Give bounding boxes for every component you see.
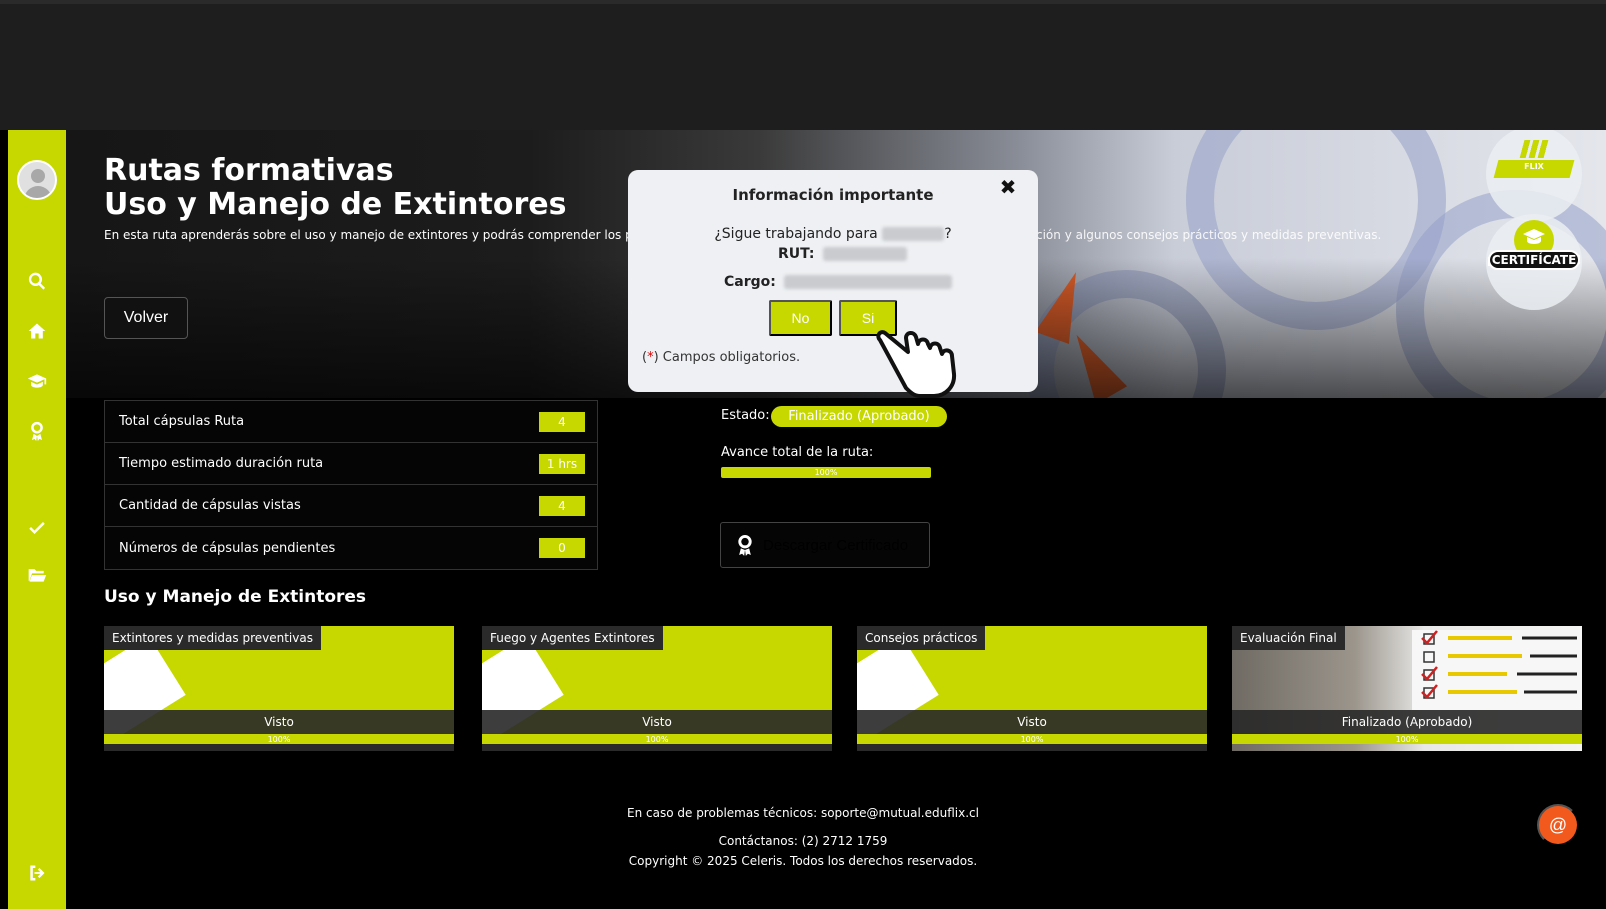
employment-question: ¿Sigue trabajando para ? [628, 226, 1038, 242]
card-status: Finalizado (Aprobado) [1232, 710, 1582, 734]
home-icon[interactable] [8, 318, 66, 344]
rut-label: RUT: [778, 246, 815, 262]
browser-top-area [0, 0, 1606, 130]
stat-row: Cantidad de cápsulas vistas 4 [105, 485, 597, 527]
hand-pointer-icon [876, 330, 957, 398]
page-title: Rutas formativas Uso y Manejo de Extinto… [104, 154, 566, 222]
stat-value: 1 hrs [539, 453, 585, 474]
stat-value: 4 [539, 495, 585, 516]
user-avatar-icon[interactable] [17, 160, 57, 200]
stat-row: Total cápsulas Ruta 4 [105, 401, 597, 443]
card-progress-bar: 100% [857, 734, 1207, 744]
route-progress-bar: 100% [721, 467, 931, 478]
card-title: Consejos prácticos [857, 626, 986, 650]
support-text: En caso de problemas técnicos: soporte@m… [627, 806, 979, 820]
cargo-row: Cargo: [724, 274, 953, 290]
estado-label: Estado: [721, 408, 770, 423]
card-status: Visto [104, 710, 454, 734]
stat-value: 4 [539, 411, 585, 432]
avatar-body [24, 186, 52, 198]
card-title: Evaluación Final [1232, 626, 1345, 650]
card-status: Visto [482, 710, 832, 734]
sidebar [8, 130, 66, 909]
stat-label: Tiempo estimado duración ruta [119, 456, 324, 471]
certificate-badge-label: ¡CERTIFÍCATE! [1486, 250, 1582, 270]
check-icon[interactable] [8, 514, 66, 540]
card-footer-strip [104, 744, 454, 751]
card-status: Visto [857, 710, 1207, 734]
avatar-head [31, 169, 45, 183]
redacted-rut [822, 247, 907, 261]
progress-label: Avance total de la ruta: [721, 445, 874, 460]
stat-row: Tiempo estimado duración ruta 1 hrs [105, 443, 597, 485]
top-divider [0, 0, 1606, 4]
logo-mark [1519, 140, 1551, 158]
route-description: En esta ruta aprenderás sobre el uso y m… [104, 228, 656, 242]
stat-label: Total cápsulas Ruta [119, 414, 245, 429]
question-prefix: ¿Sigue trabajando para [714, 226, 878, 242]
capsule-card[interactable]: Consejos prácticos Visto 100% [857, 626, 1207, 751]
award-icon[interactable] [8, 418, 66, 444]
rut-row: RUT: [778, 246, 907, 262]
certificate-icon [738, 535, 752, 556]
cargo-label: Cargo: [724, 274, 776, 290]
card-footer-strip [482, 744, 832, 751]
search-icon[interactable] [8, 268, 66, 294]
capsule-card[interactable]: Evaluación Final Finalizado (Aprobado) 1… [1232, 626, 1582, 751]
certificate-badge[interactable]: ¡CERTIFÍCATE! [1486, 214, 1582, 310]
redacted-company [882, 227, 945, 241]
stat-value: 0 [539, 538, 585, 558]
capsule-card[interactable]: Extintores y medidas preventivas Visto 1… [104, 626, 454, 751]
required-fields-note: (*) Campos obligatorios. [642, 350, 800, 365]
folder-open-icon[interactable] [8, 562, 66, 588]
download-certificate-button[interactable]: Descargar Certificado [720, 522, 930, 568]
card-footer-strip [857, 744, 1207, 751]
status-badge: Finalizado (Aprobado) [771, 406, 947, 427]
stat-label: Números de cápsulas pendientes [119, 540, 336, 556]
title-line-1: Rutas formativas [104, 153, 394, 188]
section-title: Uso y Manejo de Extintores [104, 587, 367, 607]
card-progress-bar: 100% [1232, 734, 1582, 744]
route-description-continued: ción y algunos consejos prácticos y medi… [1036, 228, 1382, 242]
checklist-illustration [1412, 630, 1582, 710]
logo-flix-text: FLIX [1524, 162, 1544, 171]
stat-label: Cantidad de cápsulas vistas [119, 498, 301, 513]
download-certificate-label: Descargar Certificado [763, 536, 909, 554]
stat-row: Números de cápsulas pendientes 0 [105, 527, 597, 569]
contact-chat-button[interactable]: @ [1537, 804, 1579, 846]
eduflix-logo: FLIX [1486, 130, 1582, 222]
copyright-text: Copyright © 2025 Celeris. Todos los dere… [628, 854, 978, 868]
card-progress-bar: 100% [482, 734, 832, 744]
contact-text: Contáctanos: (2) 2712 1759 [718, 834, 888, 848]
note-text: ) Campos obligatorios. [653, 350, 801, 365]
card-progress-bar: 100% [104, 734, 454, 744]
capsule-card[interactable]: Fuego y Agentes Extintores Visto 100% [482, 626, 832, 751]
redacted-cargo [784, 275, 953, 289]
question-suffix: ? [944, 226, 952, 242]
graduation-cap-icon [1523, 229, 1545, 244]
card-title: Fuego y Agentes Extintores [482, 626, 663, 650]
no-button[interactable]: No [769, 300, 832, 336]
close-icon[interactable]: ✖ [998, 175, 1018, 199]
graduation-cap-icon[interactable] [8, 368, 66, 394]
title-line-2: Uso y Manejo de Extintores [104, 187, 567, 222]
route-stats-table: Total cápsulas Ruta 4 Tiempo estimado du… [104, 400, 598, 570]
card-title: Extintores y medidas preventivas [104, 626, 321, 650]
back-button[interactable]: Volver [104, 297, 188, 339]
modal-title: Información importante [732, 186, 934, 204]
